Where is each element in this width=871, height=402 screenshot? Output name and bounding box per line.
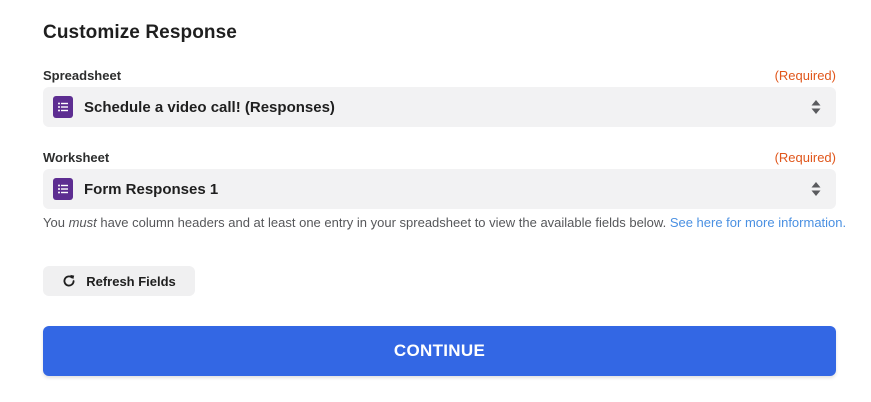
select-arrows-icon: [810, 98, 822, 116]
worksheet-selected-value: Form Responses 1: [84, 180, 219, 198]
help-text-emphasis: must: [68, 215, 97, 230]
google-forms-icon: [53, 96, 73, 118]
worksheet-select[interactable]: Form Responses 1: [43, 169, 836, 209]
select-arrows-icon: [810, 180, 822, 198]
spreadsheet-selected-value: Schedule a video call! (Responses): [84, 98, 335, 116]
refresh-icon: [62, 274, 76, 288]
spreadsheet-label: Spreadsheet: [43, 67, 122, 83]
spreadsheet-select[interactable]: Schedule a video call! (Responses): [43, 87, 836, 127]
google-forms-icon: [53, 178, 73, 200]
refresh-fields-label: Refresh Fields: [86, 273, 176, 289]
continue-label: CONTINUE: [393, 341, 486, 360]
help-text: You must have column headers and at leas…: [43, 215, 846, 230]
help-text-suffix: have column headers and at least one ent…: [96, 215, 670, 230]
section-title: Customize Response: [43, 22, 237, 43]
worksheet-label-row: Worksheet (Required): [43, 148, 836, 166]
refresh-fields-button[interactable]: Refresh Fields: [43, 266, 195, 296]
more-information-link[interactable]: See here for more information.: [670, 215, 846, 230]
worksheet-label: Worksheet: [43, 149, 110, 165]
worksheet-required-label: (Required): [774, 149, 836, 165]
continue-button[interactable]: CONTINUE: [43, 326, 836, 376]
spreadsheet-label-row: Spreadsheet (Required): [43, 66, 836, 84]
spreadsheet-required-label: (Required): [774, 67, 836, 83]
help-text-prefix: You: [43, 215, 69, 230]
